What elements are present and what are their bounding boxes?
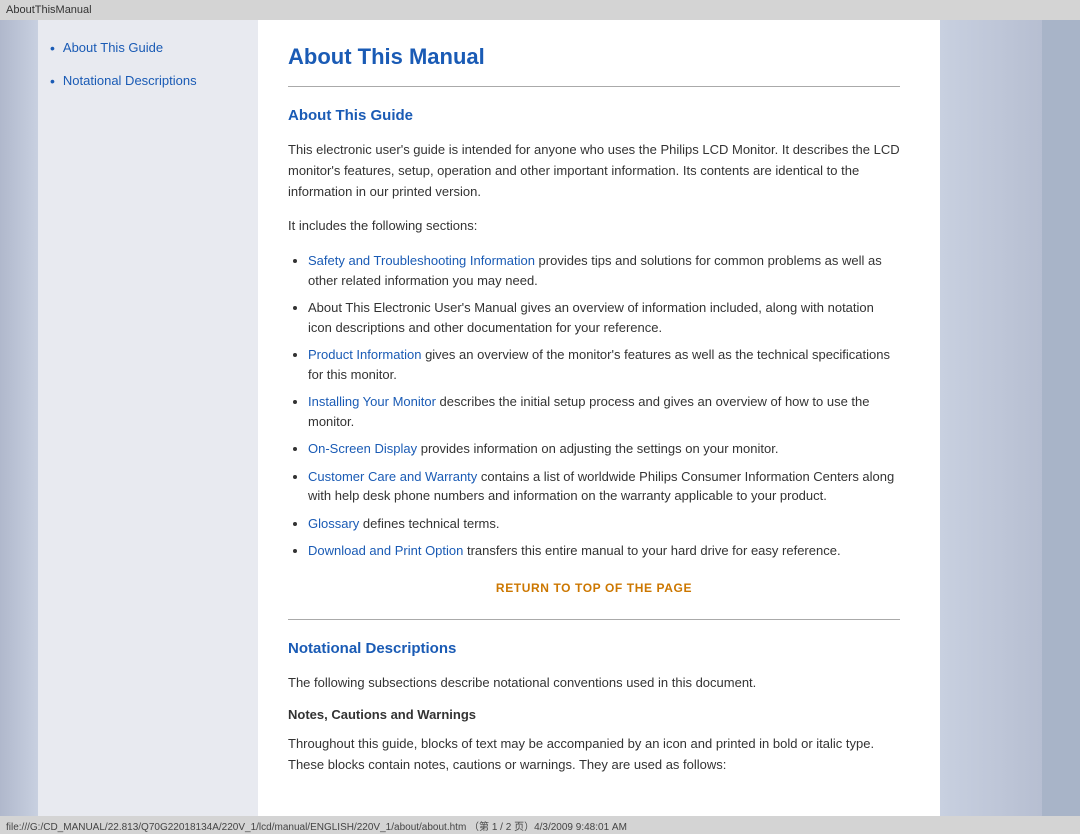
paragraph-0-0: This electronic user's guide is intended… <box>288 140 900 202</box>
title-bar-text: AboutThisManual <box>6 4 92 16</box>
list-link-7[interactable]: Download and Print Option <box>308 543 463 558</box>
sub-paragraph-notational: Throughout this guide, blocks of text ma… <box>288 734 900 776</box>
list-item-2: Product Information gives an overview of… <box>308 345 900 384</box>
list-item-7: Download and Print Option transfers this… <box>308 541 900 561</box>
list-item-4: On-Screen Display provides information o… <box>308 439 900 459</box>
section-heading-notational: Notational Descriptions <box>288 640 900 657</box>
section-divider-0 <box>288 619 900 620</box>
list-link-0[interactable]: Safety and Troubleshooting Information <box>308 253 535 268</box>
list-text-4: provides information on adjusting the se… <box>417 441 778 456</box>
list-item-0: Safety and Troubleshooting Information p… <box>308 251 900 290</box>
list-item-1: About This Electronic User's Manual give… <box>308 298 900 337</box>
paragraph-0-1: It includes the following sections: <box>288 216 900 237</box>
content-list-about-guide: Safety and Troubleshooting Information p… <box>308 251 900 561</box>
sidebar: About This Guide Notational Descriptions <box>38 20 258 816</box>
sub-heading-notational: Notes, Cautions and Warnings <box>288 707 900 722</box>
title-divider <box>288 86 900 87</box>
section-heading-about-guide: About This Guide <box>288 107 900 124</box>
list-link-5[interactable]: Customer Care and Warranty <box>308 469 477 484</box>
sidebar-link-about-guide[interactable]: About This Guide <box>50 40 246 57</box>
list-link-4[interactable]: On-Screen Display <box>308 441 417 456</box>
list-link-2[interactable]: Product Information <box>308 347 421 362</box>
list-text-6: defines technical terms. <box>359 516 499 531</box>
paragraph-1-0: The following subsections describe notat… <box>288 673 900 694</box>
right-decorative-area <box>940 20 1080 816</box>
sidebar-link-notational[interactable]: Notational Descriptions <box>50 73 246 90</box>
right-stripe <box>1042 20 1080 816</box>
left-decorative-stripe <box>0 20 38 816</box>
status-bar-text: file:///G:/CD_MANUAL/22.813/Q70G22018134… <box>6 818 627 833</box>
status-bar: file:///G:/CD_MANUAL/22.813/Q70G22018134… <box>0 816 1080 834</box>
list-item-6: Glossary defines technical terms. <box>308 514 900 534</box>
return-to-top-link[interactable]: RETURN TO TOP OF THE PAGE <box>288 581 900 595</box>
page-title: About This Manual <box>288 44 900 70</box>
content-area: About This Manual About This Guide This el… <box>258 20 940 816</box>
list-item-3: Installing Your Monitor describes the in… <box>308 392 900 431</box>
title-bar: AboutThisManual <box>0 0 1080 20</box>
list-text-7: transfers this entire manual to your har… <box>463 543 840 558</box>
list-link-3[interactable]: Installing Your Monitor <box>308 394 436 409</box>
list-item-5: Customer Care and Warranty contains a li… <box>308 467 900 506</box>
list-link-6[interactable]: Glossary <box>308 516 359 531</box>
